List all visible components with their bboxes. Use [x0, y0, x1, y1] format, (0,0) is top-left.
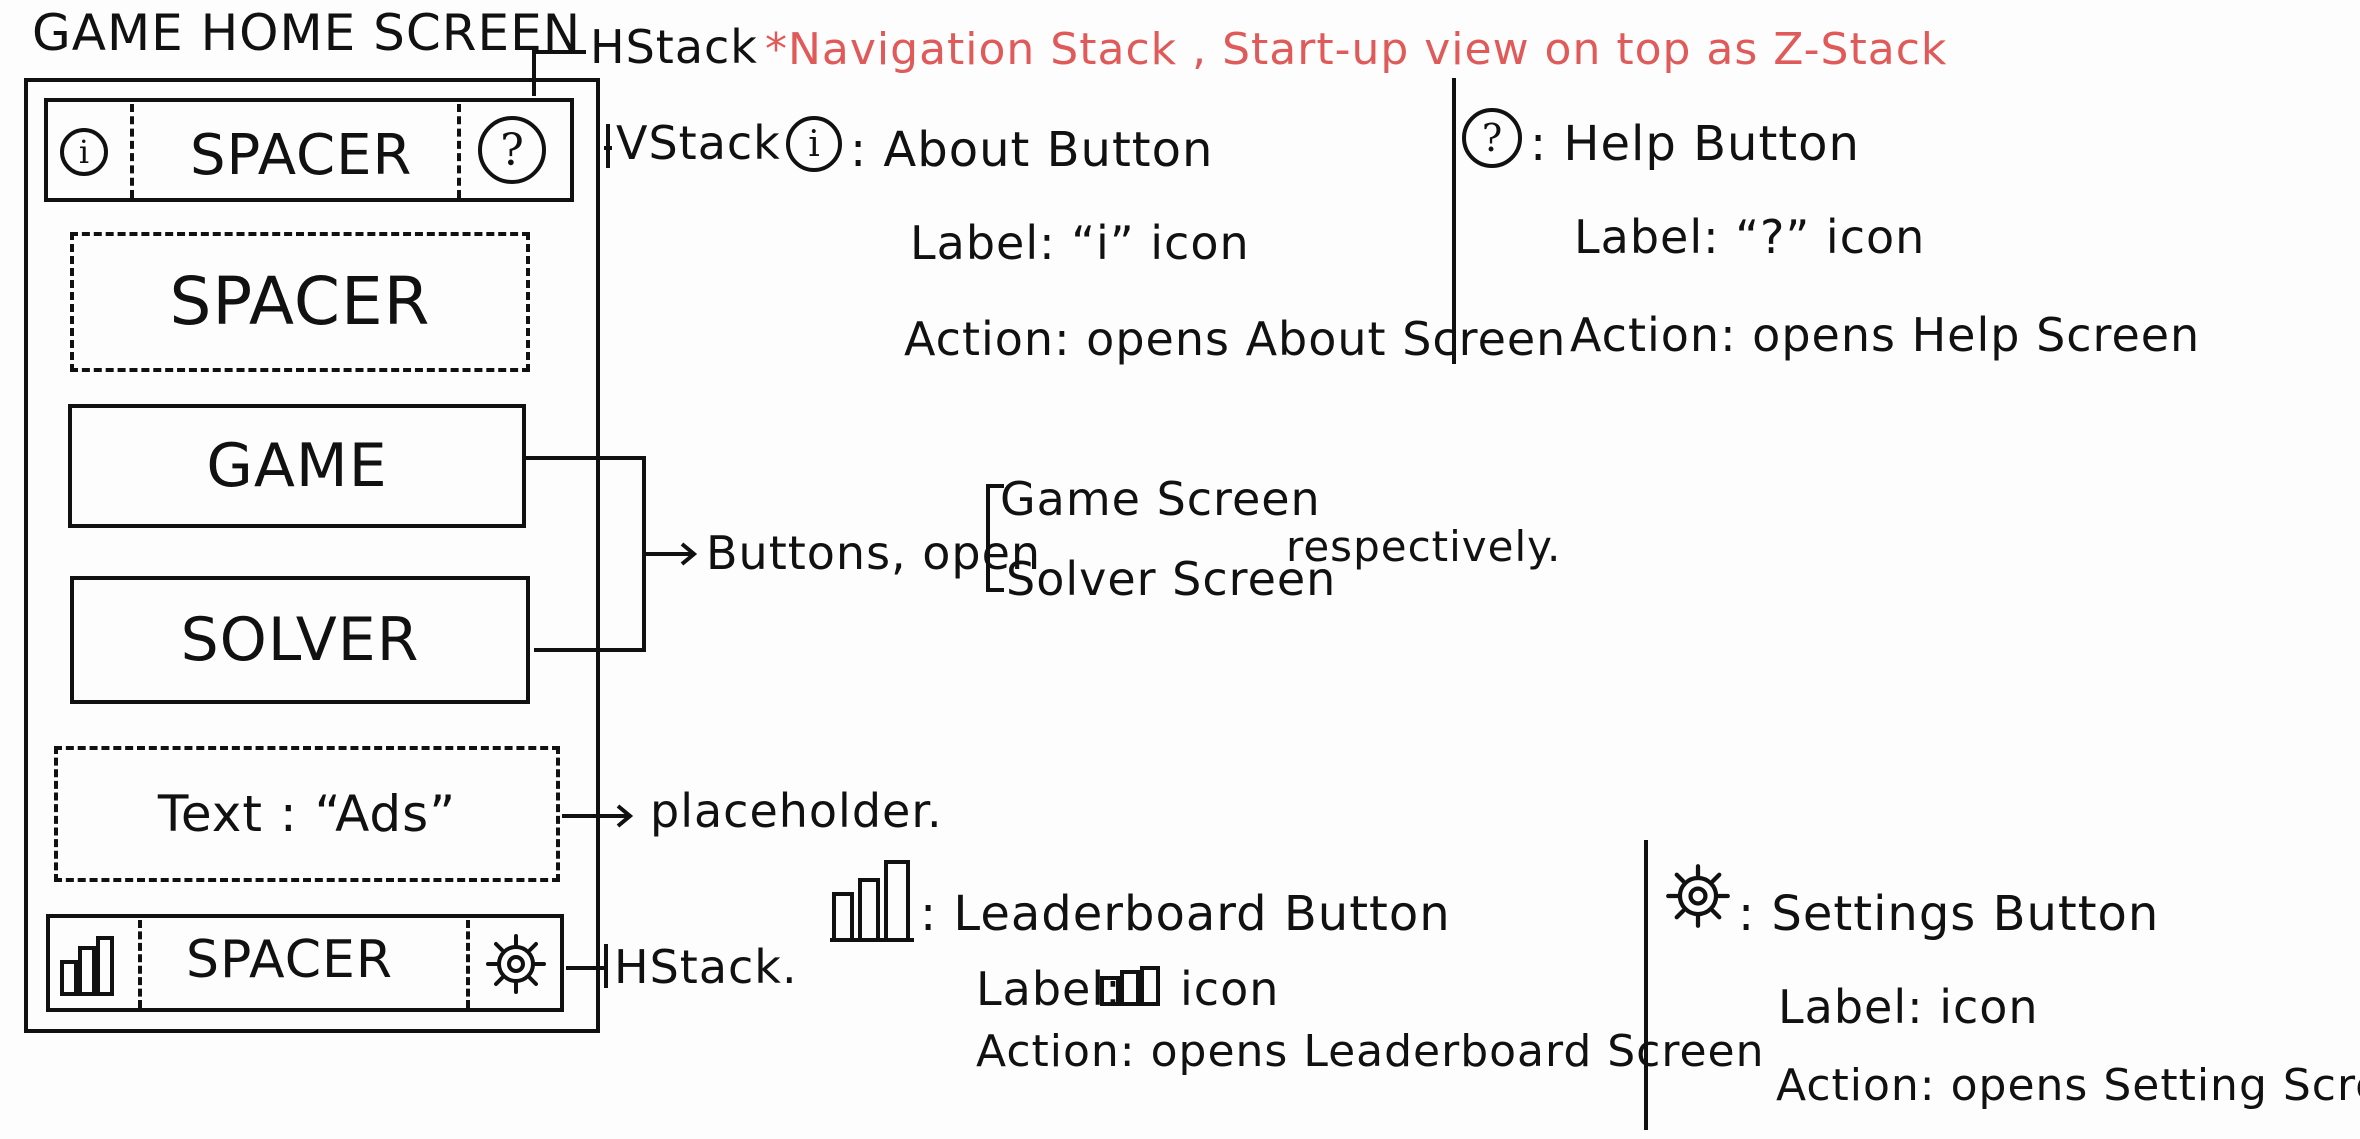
- hstack-top-label: HStack: [590, 20, 758, 74]
- hstack-bottom-connector: [566, 966, 606, 970]
- top-divider-right: [457, 104, 461, 198]
- leaderboard-label-icon: [1100, 966, 1160, 1006]
- leaderboard-settings-divider: [1644, 840, 1648, 1130]
- hstack-bottom-connector-tick: [604, 944, 608, 988]
- settings-description-icon: [1666, 864, 1730, 928]
- help-description-icon: ?: [1462, 108, 1522, 168]
- solver-button[interactable]: SOLVER: [70, 576, 530, 704]
- vstack-label: VStack: [616, 116, 781, 170]
- help-label: Label: “?” icon: [1574, 210, 1926, 264]
- settings-label: Label: icon: [1778, 980, 2039, 1034]
- about-info-icon: i: [786, 116, 842, 172]
- hstack-bottom-label: HStack.: [614, 940, 798, 994]
- game-button-label: GAME: [206, 431, 388, 501]
- bottom-divider-right: [466, 920, 470, 1008]
- about-action: Action: opens About Screen: [904, 312, 1567, 366]
- about-title: : About Button: [850, 122, 1214, 178]
- game-screen-label: Game Screen: [1000, 472, 1321, 526]
- solver-button-label: SOLVER: [180, 605, 420, 675]
- ads-text: Text : “Ads”: [157, 785, 457, 843]
- help-icon[interactable]: ?: [478, 116, 546, 184]
- info-icon[interactable]: i: [60, 128, 108, 176]
- spacer-block: SPACER: [70, 232, 530, 372]
- phone-frame: [24, 78, 600, 1033]
- placeholder-arrow: [562, 804, 634, 828]
- respectively-label: respectively.: [1286, 522, 1562, 571]
- top-spacer-label: SPACER: [190, 123, 413, 188]
- ads-placeholder: Text : “Ads”: [54, 746, 560, 882]
- navigation-note: *Navigation Stack , Start-up view on top…: [765, 24, 1948, 75]
- bottom-spacer-label: SPACER: [186, 930, 393, 990]
- spacer-label: SPACER: [169, 263, 431, 340]
- diagram-title: GAME HOME SCREEN: [32, 4, 582, 62]
- help-title: : Help Button: [1530, 116, 1860, 172]
- help-action: Action: opens Help Screen: [1570, 308, 2201, 362]
- bottom-divider-left: [138, 920, 142, 1008]
- buttons-bracket: [526, 456, 698, 652]
- settings-title: : Settings Button: [1738, 886, 2160, 942]
- hstack-top-connector: [532, 50, 586, 96]
- top-divider-left: [130, 104, 134, 198]
- leaderboard-description-icon: [830, 860, 914, 942]
- vstack-connector-tick: [606, 124, 610, 168]
- game-button[interactable]: GAME: [68, 404, 526, 528]
- about-help-divider: [1452, 78, 1456, 364]
- placeholder-label: placeholder.: [650, 784, 943, 838]
- leaderboard-title: : Leaderboard Button: [920, 886, 1451, 942]
- about-label: Label: “i” icon: [910, 216, 1250, 270]
- settings-action: Action: opens Setting Screen.: [1776, 1060, 2360, 1111]
- gear-icon[interactable]: [484, 932, 548, 996]
- leaderboard-label-suffix: icon: [1180, 962, 1280, 1016]
- leaderboard-icon[interactable]: [58, 934, 122, 998]
